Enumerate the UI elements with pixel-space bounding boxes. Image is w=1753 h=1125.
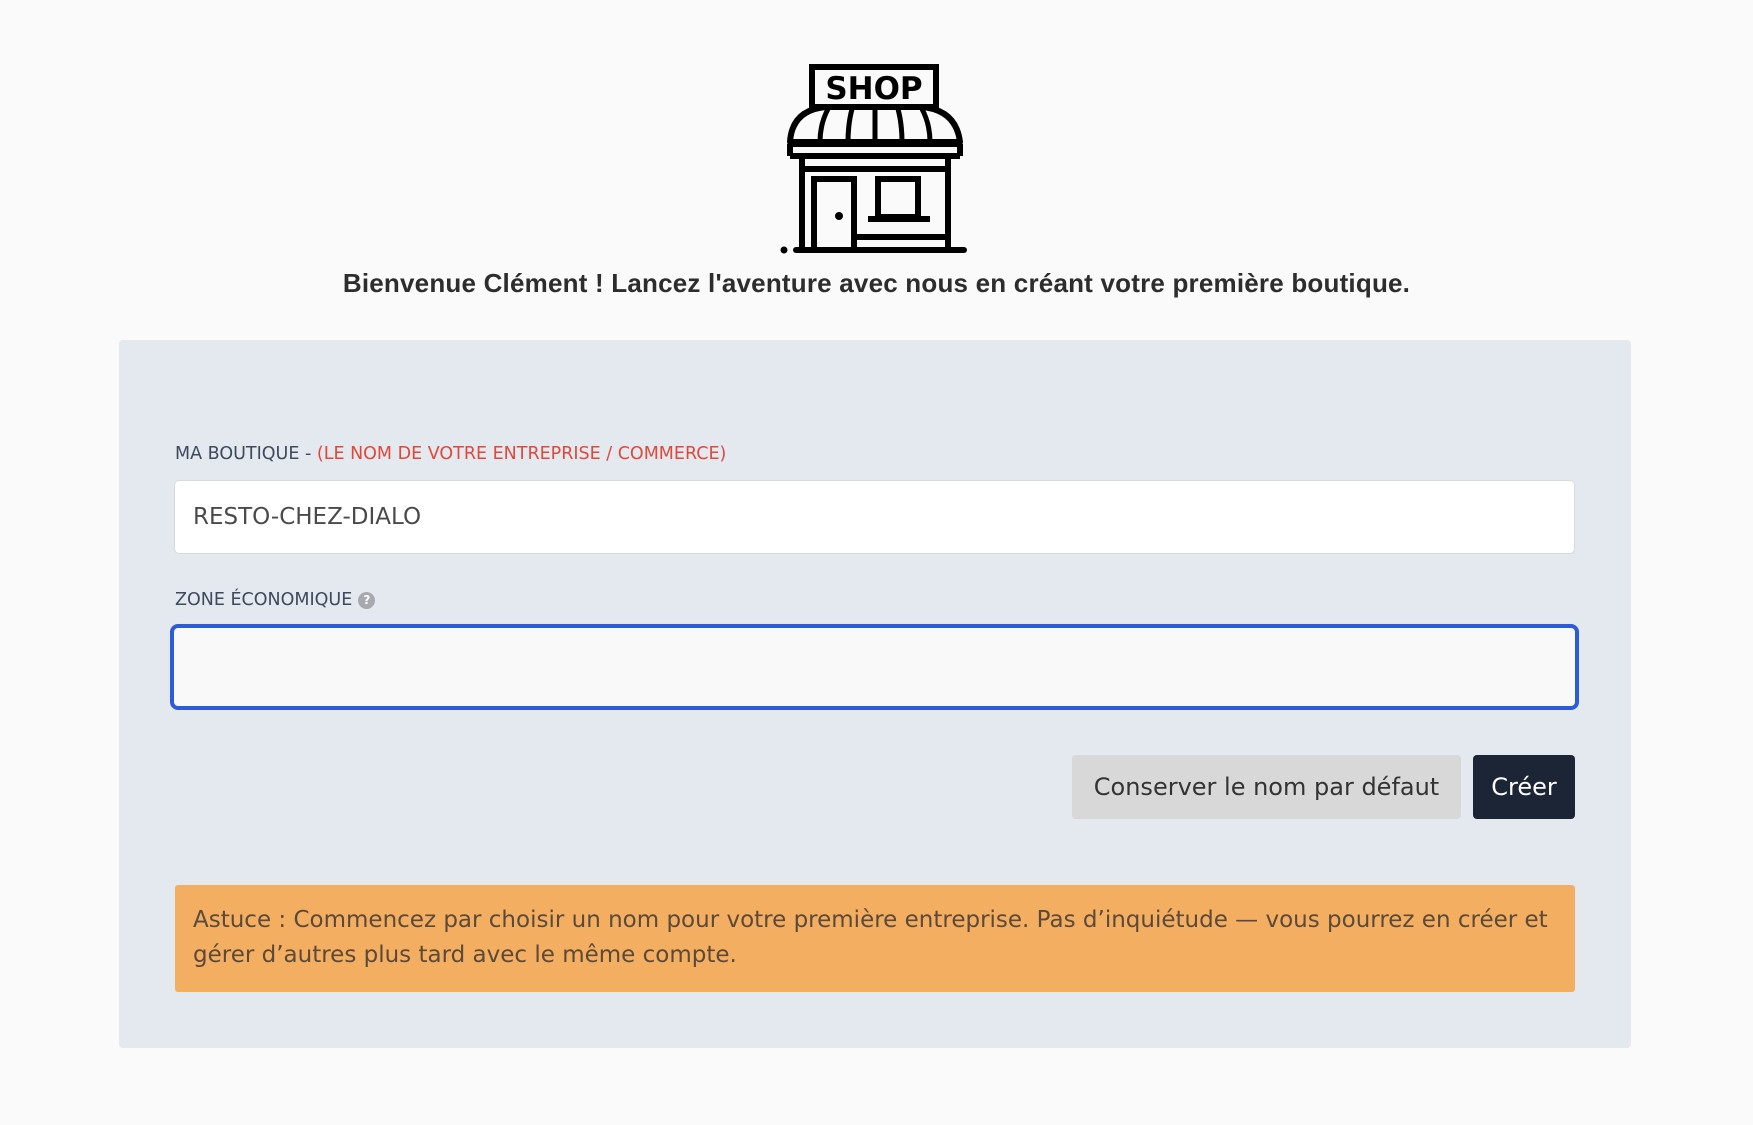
- tip-alert: Astuce : Commencez par choisir un nom po…: [175, 885, 1575, 992]
- economic-zone-input[interactable]: [170, 624, 1579, 710]
- shop-storefront-icon: SHOP: [780, 64, 970, 256]
- shop-sign-text: SHOP: [825, 71, 922, 107]
- economic-zone-label-text: ZONE ÉCONOMIQUE: [175, 590, 353, 610]
- shop-name-hint: (LE NOM DE VOTRE ENTREPRISE / COMMERCE): [316, 444, 727, 464]
- keep-default-name-button[interactable]: Conserver le nom par défaut: [1072, 755, 1461, 819]
- create-button[interactable]: Créer: [1473, 755, 1575, 819]
- welcome-message: Bienvenue Clément ! Lancez l'aventure av…: [342, 268, 1411, 298]
- page: SHOP Bienvenue Clément ! Lancez l'aventu…: [0, 0, 1753, 1125]
- create-shop-card: MA BOUTIQUE - (LE NOM DE VOTRE ENTREPRIS…: [119, 340, 1631, 1048]
- shop-name-input[interactable]: [174, 480, 1575, 554]
- economic-zone-label: ZONE ÉCONOMIQUE?: [175, 590, 376, 610]
- shop-name-label-text: MA BOUTIQUE -: [175, 444, 312, 464]
- question-circle-icon[interactable]: ?: [358, 592, 376, 609]
- shop-name-label: MA BOUTIQUE - (LE NOM DE VOTRE ENTREPRIS…: [175, 444, 726, 464]
